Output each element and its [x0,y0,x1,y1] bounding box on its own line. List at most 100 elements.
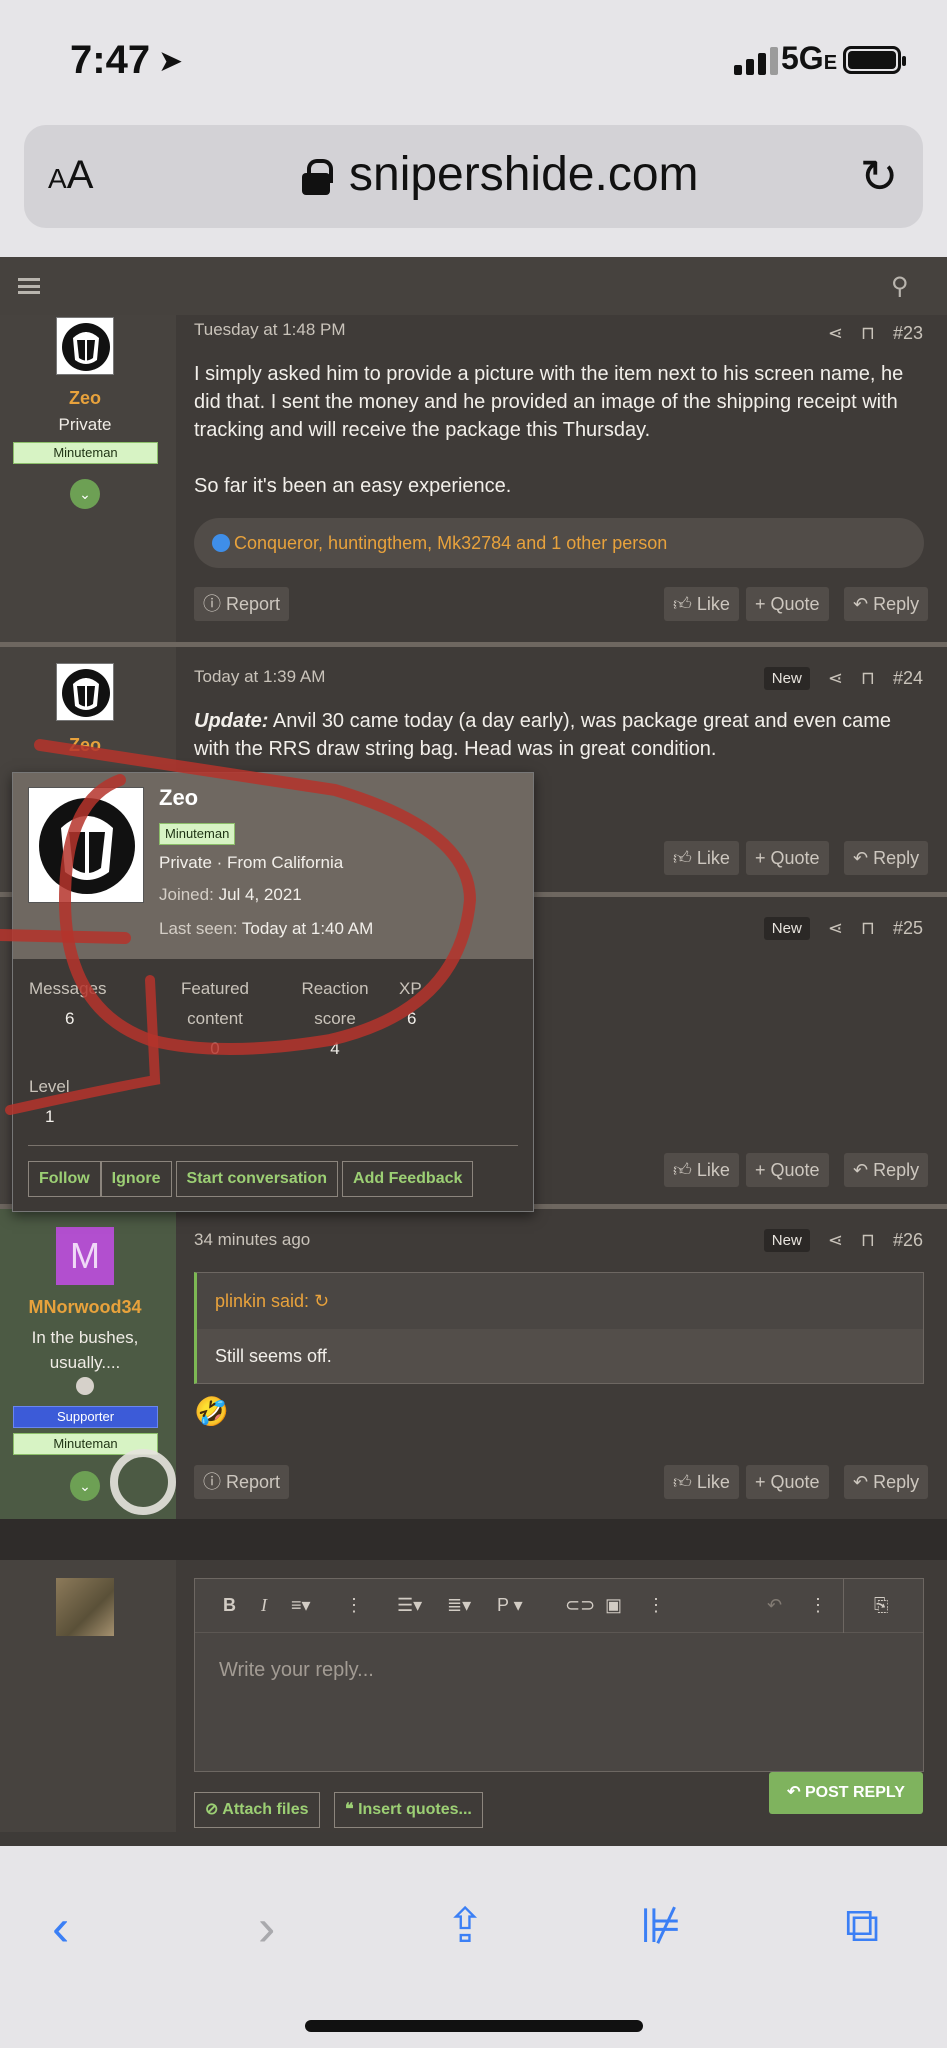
more-icon[interactable]: ⋮ [809,1595,827,1616]
follow-button[interactable]: Follow [28,1161,101,1197]
post-number[interactable]: #24 [893,668,923,689]
menu-icon[interactable] [18,278,40,294]
share-icon[interactable]: ⋖ [828,668,843,689]
more-icon[interactable]: ⋮ [345,1595,363,1616]
divider [0,1519,947,1560]
forward-icon[interactable]: › [258,1898,275,1958]
quote-button[interactable]: + Quote [746,1153,829,1187]
jump-icon[interactable]: ↻ [314,1291,329,1311]
avatar[interactable] [56,663,114,721]
bookmark-icon[interactable]: ⊓ [861,668,875,689]
post-date[interactable]: Tuesday at 1:48 PM [194,320,346,340]
url-text[interactable]: snipershide.com [349,147,699,202]
status-icon [76,1377,94,1395]
stat-value[interactable]: 4 [295,1039,375,1059]
supporter-badge: Supporter [13,1406,158,1428]
align-icon[interactable]: ≣▾ [447,1595,471,1616]
image-icon[interactable]: ▣ [605,1595,622,1616]
stat-value[interactable]: 6 [407,1009,416,1029]
post-date[interactable]: 34 minutes ago [194,1230,310,1250]
bookmark-icon[interactable]: ⊓ [861,918,875,939]
bookmark-icon[interactable]: ⊓ [861,1230,875,1251]
signal-icon [734,45,778,75]
address-bar[interactable]: AA snipershide.com ↻ [24,125,923,228]
undo-icon[interactable]: ↶ [767,1595,782,1616]
quote-author[interactable]: plinkin said: ↻ [197,1273,923,1329]
username[interactable]: Zeo [0,735,170,756]
post-tools: ⋖ ⊓ #23 [828,323,923,344]
username[interactable]: Zeo [0,388,170,409]
editor-toolbar: B I ≡▾ ⋮ ☰▾ ≣▾ P ▾ ⊂⊃ ▣ ⋮ ↶ ⋮ ⎘ [195,1579,923,1633]
chevron-down-icon[interactable]: ⌄ [70,479,100,509]
user-badge: Minuteman [13,442,158,464]
avatar[interactable]: M [56,1227,114,1285]
preview-icon[interactable]: ⎘ [843,1579,923,1633]
bold-icon[interactable]: B [223,1595,236,1616]
text-size-icon[interactable]: ≡▾ [291,1595,311,1616]
attach-files-button[interactable]: ⊘ Attach files [194,1792,320,1828]
reply-button[interactable]: ↶ Reply [844,1465,929,1499]
share-icon[interactable]: ⋖ [828,918,843,939]
reaction-users[interactable]: Conqueror, huntingthem, Mk32784 and 1 ot… [234,533,667,553]
report-button[interactable]: ⓘ Report [194,1465,290,1499]
post-body: I simply asked him to provide a picture … [194,360,924,500]
add-feedback-button[interactable]: Add Feedback [342,1161,474,1197]
search-icon[interactable]: ⚲ [891,272,909,301]
like-button[interactable]: 👍︎ Like [664,841,739,875]
quote-text: Still seems off. [197,1329,923,1383]
status-bar: 7:47 ➤ 5GE [0,0,947,125]
like-button[interactable]: 👍︎ Like [664,1153,739,1187]
post-reply-button[interactable]: ↶ POST REPLY [769,1772,923,1814]
avatar[interactable] [56,317,114,375]
bookmarks-icon[interactable]: ⊯ [640,1898,682,1954]
bookmark-icon[interactable]: ⊓ [861,323,875,344]
link-icon[interactable]: ⊂⊃ [565,1595,595,1616]
stat-value[interactable]: 0 [175,1039,255,1059]
post-number[interactable]: #23 [893,323,923,344]
list-icon[interactable]: ☰▾ [397,1595,422,1616]
ignore-button[interactable]: Ignore [100,1161,172,1197]
new-badge: New [763,917,810,940]
avatar[interactable] [56,1578,114,1636]
stat-label: score [314,1009,356,1028]
quote-button[interactable]: + Quote [746,587,829,621]
back-icon[interactable]: ‹ [52,1898,69,1958]
member-name[interactable]: Zeo [159,785,198,811]
quote-button[interactable]: + Quote [746,1465,829,1499]
post-tools: New ⋖ ⊓ #24 [763,667,923,690]
like-button[interactable]: 👍︎ Like [664,587,739,621]
chevron-down-icon[interactable]: ⌄ [70,1471,100,1501]
reply-button[interactable]: ↶ Reply [844,1153,929,1187]
share-icon[interactable]: ⋖ [828,323,843,344]
quote-button[interactable]: + Quote [746,841,829,875]
stat-label: Reaction [301,979,369,998]
reply-button[interactable]: ↶ Reply [844,841,929,875]
avatar[interactable] [28,787,144,903]
share-icon[interactable]: ⇪ [445,1898,485,1954]
italic-icon[interactable]: I [261,1595,267,1616]
reload-icon[interactable]: ↻ [854,151,904,201]
stat-value[interactable]: 6 [65,1009,74,1029]
insert-quotes-button[interactable]: ❝ Insert quotes... [334,1792,483,1828]
paragraph-icon[interactable]: P ▾ [497,1595,523,1616]
stat-value: 1 [45,1107,55,1126]
reply-button[interactable]: ↶ Reply [844,587,929,621]
lock-icon [302,159,333,195]
like-button[interactable]: 👍︎ Like [664,1465,739,1499]
tabs-icon[interactable]: ⧉ [845,1898,879,1954]
post-number[interactable]: #26 [893,1230,923,1251]
reply-input[interactable]: Write your reply... [219,1659,374,1682]
stat-label: Featured [180,979,250,998]
reactions-bar[interactable]: Conqueror, huntingthem, Mk32784 and 1 ot… [194,518,924,568]
report-button[interactable]: ⓘ Report [194,587,290,621]
browser-bottom-bar: ‹ › ⇪ ⊯ ⧉ [0,1846,947,2048]
post-date[interactable]: Today at 1:39 AM [194,667,325,687]
member-info: Private · From California [159,853,344,872]
username[interactable]: MNorwood34 [0,1297,170,1318]
more-icon[interactable]: ⋮ [647,1595,665,1616]
post-number[interactable]: #25 [893,918,923,939]
start-conversation-button[interactable]: Start conversation [175,1161,339,1197]
reader-settings-button[interactable]: AA [48,153,93,198]
location-arrow-icon: ➤ [158,45,184,78]
share-icon[interactable]: ⋖ [828,1230,843,1251]
